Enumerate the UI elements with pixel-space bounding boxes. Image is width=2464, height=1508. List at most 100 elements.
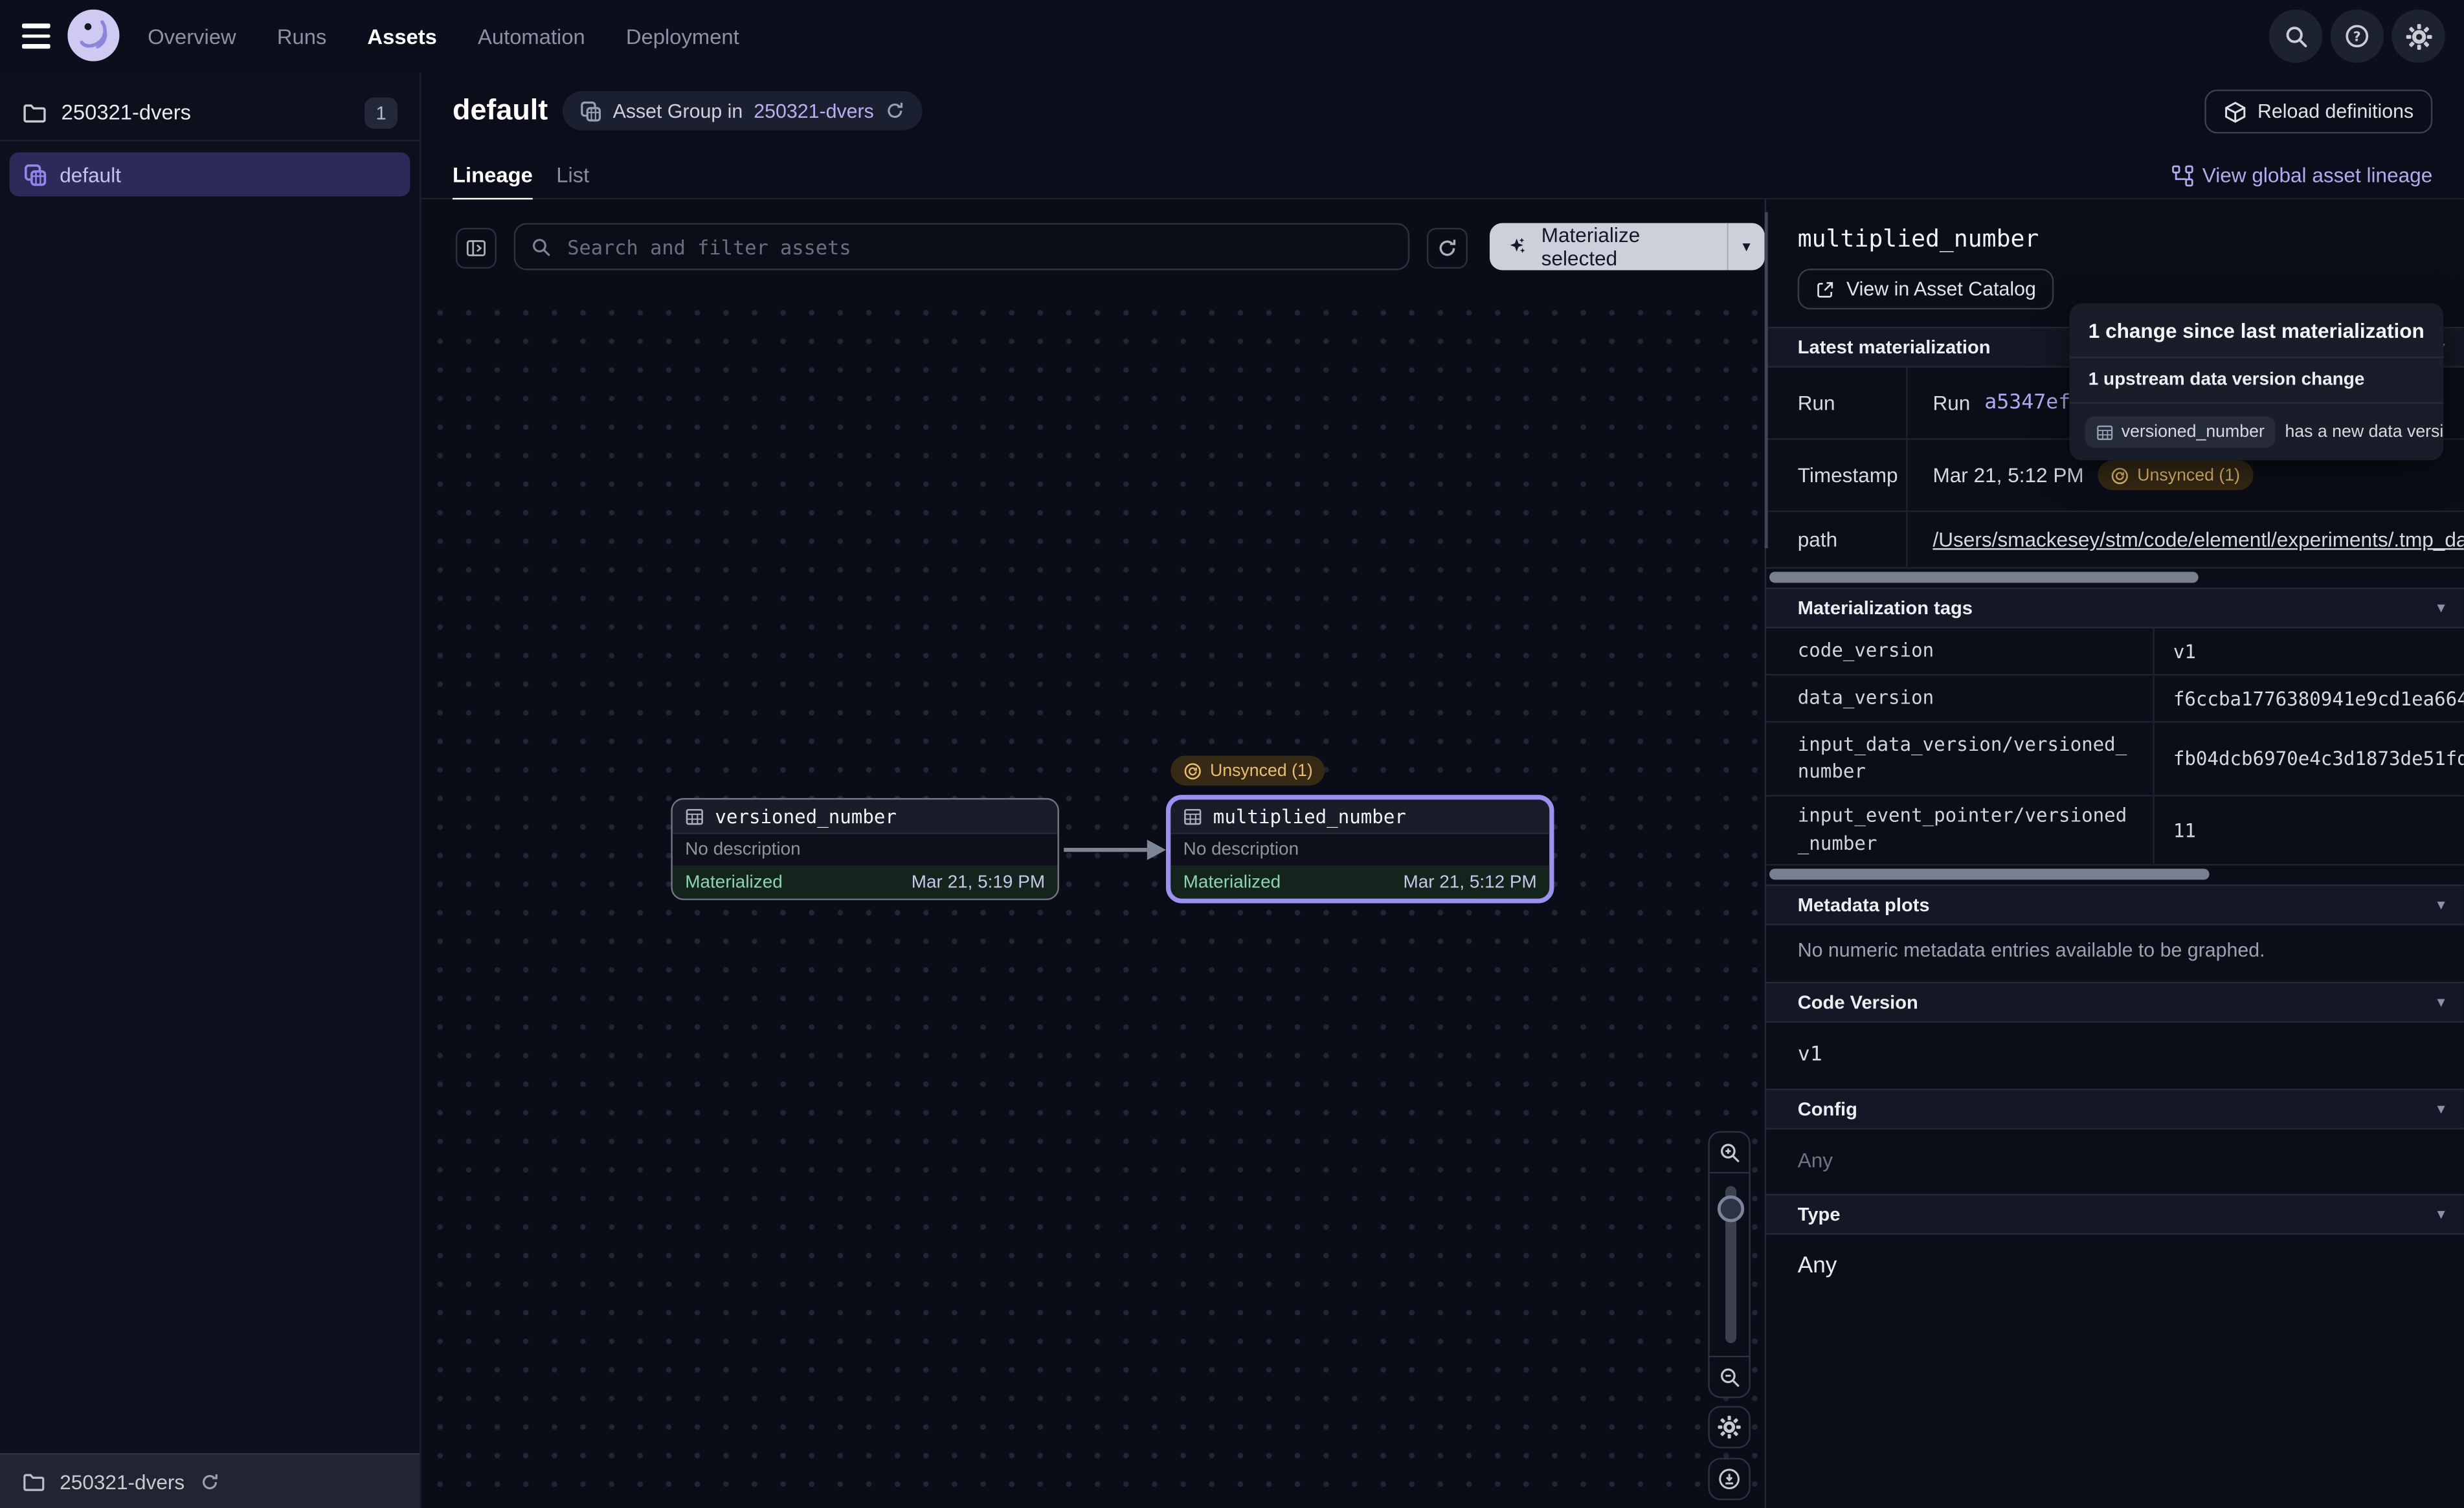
svg-text:?: ? — [2353, 29, 2361, 45]
changes-popup: 1 change since last materialization 1 up… — [2070, 303, 2444, 460]
search-icon — [2284, 25, 2307, 48]
badge-prefix: Asset Group in — [613, 100, 743, 122]
asset-node-versioned-number[interactable]: versioned_number No description Material… — [671, 798, 1059, 900]
zoom-in-button[interactable] — [1708, 1131, 1751, 1174]
download-icon — [1718, 1467, 1741, 1491]
tag-value: f6ccba1776380941e9cd1ea66481d — [2155, 676, 2464, 721]
tab-lineage[interactable]: Lineage — [453, 151, 533, 199]
asset-search-bar — [514, 223, 1410, 271]
chevron-down-icon[interactable]: ▾ — [2437, 1206, 2445, 1223]
asset-groups-sidebar: 250321-dvers 1 default 250321-dvers — [0, 72, 421, 1508]
gear-icon — [1718, 1415, 1741, 1439]
tag-key: code_version — [1766, 628, 2155, 674]
primary-nav: Overview Runs Assets Automation Deployme… — [148, 0, 739, 72]
materialize-selected-button[interactable]: Materialize selected ▾ — [1490, 223, 1765, 271]
metadata-plots-empty-text: No numeric metadata entries available to… — [1766, 926, 2464, 982]
zoom-out-button[interactable] — [1708, 1356, 1751, 1399]
gear-icon — [2405, 23, 2432, 49]
path-link[interactable]: /Users/smackesey/stm/code/elementl/exper… — [1932, 528, 2463, 551]
view-in-asset-catalog-label: View in Asset Catalog — [1846, 278, 2036, 300]
chevron-down-icon[interactable]: ▾ — [2437, 599, 2445, 617]
hamburger-menu-icon[interactable] — [22, 23, 50, 49]
asset-detail-title: multiplied_number — [1798, 225, 2433, 253]
sidebar-item-label: default — [60, 162, 121, 186]
chevron-down-icon[interactable]: ▾ — [2437, 1100, 2445, 1118]
sidebar-group-count-badge: 1 — [364, 96, 398, 128]
asset-details-panel: multiplied_number View in Asset Catalog … — [1765, 199, 2464, 1508]
section-config[interactable]: Config ▾ — [1766, 1089, 2464, 1129]
latest-path-row: path /Users/smackesey/stm/code/elementl/… — [1766, 512, 2464, 568]
canvas-dot-grid — [421, 287, 1764, 1508]
code-version-value: v1 — [1766, 1023, 2464, 1089]
chevron-down-icon[interactable]: ▾ — [2437, 993, 2445, 1011]
refresh-icon[interactable] — [199, 1471, 219, 1492]
dagster-logo[interactable] — [67, 10, 119, 61]
page-header: default Asset Group in 250321-dvers Relo… — [421, 72, 2463, 151]
nav-item-automation[interactable]: Automation — [478, 25, 585, 48]
lineage-canvas[interactable]: Materialize selected ▾ Unsynced (1) vers… — [421, 199, 1764, 1508]
horizontal-scrollbar[interactable] — [1769, 572, 2199, 583]
run-label: Run — [1766, 368, 1907, 438]
tag-value: v1 — [2155, 628, 2464, 674]
help-icon: ? — [2344, 23, 2369, 49]
timestamp-value: Mar 21, 5:12 PM — [1932, 463, 2083, 487]
sidebar-footer-label: 250321-dvers — [60, 1470, 185, 1493]
reload-definitions-button[interactable]: Reload definitions — [2204, 89, 2432, 133]
materialized-status: Materialized — [685, 874, 782, 893]
download-image-button[interactable] — [1708, 1458, 1751, 1500]
section-title: Config — [1798, 1098, 1857, 1120]
asset-node-multiplied-number[interactable]: multiplied_number No description Materia… — [1166, 795, 1554, 903]
config-value: Any — [1766, 1129, 2464, 1194]
type-value: Any — [1766, 1235, 2464, 1298]
nav-item-runs[interactable]: Runs — [277, 25, 326, 48]
section-code-version[interactable]: Code Version ▾ — [1766, 982, 2464, 1023]
horizontal-scrollbar[interactable] — [1769, 869, 2210, 880]
view-in-asset-catalog-button[interactable]: View in Asset Catalog — [1798, 269, 2054, 309]
search-icon — [531, 236, 552, 257]
zoom-in-icon — [1718, 1141, 1740, 1163]
search-input[interactable] — [564, 233, 1392, 260]
view-global-asset-lineage-link[interactable]: View global asset lineage — [2171, 151, 2432, 199]
section-title: Metadata plots — [1798, 894, 1930, 916]
zoom-slider[interactable] — [1708, 1173, 1751, 1356]
zoom-slider-knob[interactable] — [1718, 1195, 1744, 1222]
section-type[interactable]: Type ▾ — [1766, 1194, 2464, 1235]
graph-settings-button[interactable] — [1708, 1406, 1751, 1448]
run-id-link[interactable]: a5347ef7 — [1984, 391, 2083, 414]
chevron-down-icon[interactable]: ▾ — [2437, 896, 2445, 914]
page-title: default — [453, 93, 548, 127]
panel-resize-handle[interactable] — [1765, 212, 1768, 548]
tab-list[interactable]: List — [556, 151, 589, 199]
refresh-icon[interactable] — [885, 100, 906, 121]
section-title: Materialization tags — [1798, 597, 1973, 619]
folder-icon — [22, 1470, 45, 1493]
asset-link-pill[interactable]: versioned_number — [2085, 416, 2276, 448]
sync-status-icon — [1183, 761, 1202, 780]
help-button[interactable]: ? — [2331, 10, 2384, 63]
unsynced-badge-label: Unsynced (1) — [2137, 466, 2240, 485]
nav-item-assets[interactable]: Assets — [367, 25, 436, 48]
asset-node-name: multiplied_number — [1213, 805, 1406, 827]
materialize-dropdown-caret[interactable]: ▾ — [1727, 223, 1765, 271]
nav-item-deployment[interactable]: Deployment — [626, 25, 739, 48]
sidebar-group-row[interactable]: 250321-dvers 1 — [0, 85, 420, 141]
nav-item-overview[interactable]: Overview — [148, 25, 236, 48]
asset-link-label: versioned_number — [2122, 423, 2265, 441]
section-metadata-plots[interactable]: Metadata plots ▾ — [1766, 885, 2464, 926]
tag-row: data_version f6ccba1776380941e9cd1ea6648… — [1766, 676, 2464, 723]
sidebar-item-default[interactable]: default — [10, 152, 410, 196]
section-materialization-tags[interactable]: Materialization tags ▾ — [1766, 588, 2464, 628]
lineage-graph-icon — [2171, 164, 2193, 186]
asset-node-header: versioned_number — [673, 799, 1058, 834]
expand-panel-button[interactable] — [456, 228, 497, 269]
tag-row: input_data_version/versioned_number fb04… — [1766, 723, 2464, 797]
badge-group-link[interactable]: 250321-dvers — [754, 100, 874, 122]
search-button[interactable] — [2269, 10, 2323, 63]
refresh-graph-button[interactable] — [1427, 228, 1468, 269]
asset-node-status-row: Materialized Mar 21, 5:19 PM — [673, 867, 1058, 899]
lineage-edge-arrow — [1059, 834, 1172, 866]
asset-group-icon — [580, 100, 602, 122]
unsynced-badge[interactable]: Unsynced (1) — [2098, 460, 2253, 490]
settings-button[interactable] — [2391, 10, 2445, 63]
unsynced-badge[interactable]: Unsynced (1) — [1170, 755, 1325, 785]
